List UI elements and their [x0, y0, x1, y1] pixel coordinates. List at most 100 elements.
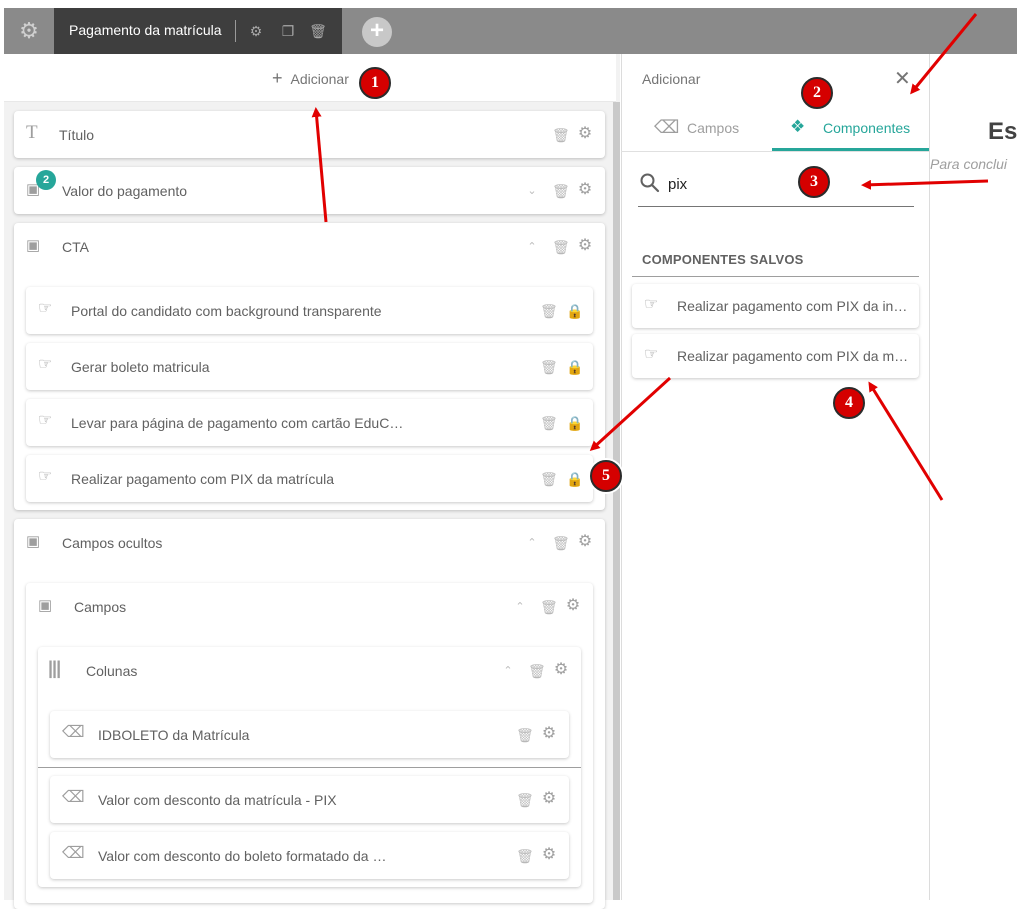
add-tab-button[interactable]: + [362, 17, 392, 47]
field-item[interactable]: ⌫ IDBOLETO da Matrícula 🗑 ⚙ [50, 711, 569, 758]
gear-icon[interactable]: ⚙ [541, 726, 557, 742]
trash-icon[interactable]: 🗑 [516, 792, 534, 808]
annotation-marker-4: 4 [833, 387, 865, 419]
field-label: Valor com desconto da matrícula - PIX [98, 792, 337, 808]
annotation-marker-1: 1 [359, 67, 391, 99]
container-icon: ▣ [26, 533, 41, 550]
gear-icon[interactable]: ⚙ [247, 22, 265, 40]
add-component-bar[interactable]: + Adicionar [4, 54, 616, 102]
saved-components-header: COMPONENTES SALVOS [642, 252, 804, 267]
gear-icon[interactable]: ⚙ [577, 182, 593, 198]
settings-icon[interactable]: ⚙ [18, 20, 40, 42]
gear-icon[interactable]: ⚙ [577, 126, 593, 142]
chevron-up-icon[interactable]: ⌃ [513, 599, 527, 615]
columns-icon: ||| [48, 658, 61, 678]
gear-icon[interactable]: ⚙ [541, 791, 557, 807]
lock-icon[interactable]: 🔒 [566, 415, 583, 431]
button-component-icon: ☞ [38, 356, 53, 373]
chevron-up-icon[interactable]: ⌃ [525, 535, 539, 551]
copy-icon[interactable]: ❐ [279, 22, 297, 40]
scrollbar[interactable] [613, 102, 620, 900]
component-label: Colunas [86, 663, 138, 679]
cta-item[interactable]: ☞ Realizar pagamento com PIX da matrícul… [26, 455, 593, 502]
lock-icon[interactable]: 🔒 [566, 303, 583, 319]
saved-item-label: Realizar pagamento com PIX da m… [677, 348, 909, 364]
drawer-divider [621, 151, 929, 152]
page-preview [931, 54, 1017, 900]
saved-header-divider [632, 276, 919, 277]
input-field-icon: ⌫ [62, 845, 85, 862]
text-icon: T [26, 122, 38, 143]
close-icon[interactable]: ✕ [894, 69, 911, 89]
saved-item-label: Realizar pagamento com PIX da in… [677, 298, 908, 314]
search-input[interactable] [668, 172, 908, 196]
button-component-icon: ☞ [644, 346, 659, 363]
trash-icon[interactable]: 🗑 [540, 599, 558, 615]
container-icon: ▣ [38, 597, 53, 614]
search-icon [640, 173, 660, 193]
cta-item[interactable]: ☞ Portal do candidato com background tra… [26, 287, 593, 334]
gear-icon[interactable]: ⚙ [565, 598, 581, 614]
component-valor-pagamento[interactable]: ▣ 2 Valor do pagamento ⌄ 🗑 ⚙ [14, 167, 605, 214]
components-icon: ❖ [790, 117, 806, 136]
gear-icon[interactable]: ⚙ [577, 534, 593, 550]
add-button[interactable]: + Adicionar [272, 68, 349, 89]
tab-label: Componentes [823, 120, 911, 136]
trash-icon[interactable]: 🗑 [552, 183, 570, 199]
saved-component-item[interactable]: ☞ Realizar pagamento com PIX da m… [632, 334, 919, 378]
tab-componentes[interactable]: ❖ Componentes [772, 104, 929, 152]
trash-icon[interactable]: 🗑 [516, 848, 534, 864]
container-icon: ▣ [26, 237, 41, 254]
cta-item-label: Gerar boleto matricula [71, 359, 210, 375]
field-item[interactable]: ⌫ Valor com desconto do boleto formatado… [50, 832, 569, 879]
field-label: Valor com desconto do boleto formatado d… [98, 848, 387, 864]
component-label: Campos ocultos [62, 535, 163, 551]
cta-item[interactable]: ☞ Levar para página de pagamento com car… [26, 399, 593, 446]
gear-icon[interactable]: ⚙ [541, 847, 557, 863]
tab-label: Campos [687, 120, 740, 136]
chevron-down-icon[interactable]: ⌄ [525, 183, 539, 199]
search-underline [638, 206, 914, 207]
field-item[interactable]: ⌫ Valor com desconto da matrícula - PIX … [50, 776, 569, 823]
drawer-title: Adicionar [642, 71, 701, 87]
trash-icon[interactable]: 🗑 [540, 471, 558, 487]
count-badge: 2 [36, 170, 56, 190]
annotation-marker-2: 2 [801, 77, 833, 109]
trash-icon[interactable]: 🗑 [552, 535, 570, 551]
lock-icon[interactable]: 🔒 [566, 471, 583, 487]
trash-icon[interactable]: 🗑 [552, 239, 570, 255]
component-label: Campos [74, 599, 127, 615]
trash-icon[interactable]: 🗑 [516, 727, 534, 743]
gear-icon[interactable]: ⚙ [577, 238, 593, 254]
trash-icon[interactable]: 🗑 [540, 359, 558, 375]
component-label: Valor do pagamento [62, 183, 188, 199]
cta-item[interactable]: ☞ Gerar boleto matricula 🗑 🔒 [26, 343, 593, 390]
trash-icon[interactable]: 🗑 [309, 22, 327, 40]
trash-icon[interactable]: 🗑 [552, 127, 570, 143]
chevron-up-icon[interactable]: ⌃ [525, 239, 539, 255]
button-component-icon: ☞ [38, 468, 53, 485]
gear-icon[interactable]: ⚙ [553, 662, 569, 678]
chevron-up-icon[interactable]: ⌃ [501, 663, 515, 679]
annotation-marker-5: 5 [590, 460, 622, 492]
trash-icon[interactable]: 🗑 [528, 663, 546, 679]
component-titulo[interactable]: T Título 🗑 ⚙ [14, 111, 605, 158]
trash-icon[interactable]: 🗑 [540, 415, 558, 431]
top-bar: ⚙ Pagamento da matrícula ⚙ ❐ 🗑 + [4, 8, 1017, 54]
saved-component-item[interactable]: ☞ Realizar pagamento com PIX da in… [632, 284, 919, 328]
plus-icon: + [272, 68, 283, 88]
add-label: Adicionar [290, 71, 349, 87]
annotation-marker-3: 3 [798, 166, 830, 198]
cta-item-label: Portal do candidato com background trans… [71, 303, 382, 319]
button-component-icon: ☞ [38, 300, 53, 317]
page-heading: Es [988, 118, 1017, 145]
form-tab[interactable]: Pagamento da matrícula ⚙ ❐ 🗑 [54, 8, 342, 54]
trash-icon[interactable]: 🗑 [540, 303, 558, 319]
input-field-icon: ⌫ [654, 117, 680, 137]
component-label: Título [59, 127, 95, 143]
input-field-icon: ⌫ [62, 724, 85, 741]
cta-item-label: Realizar pagamento com PIX da matrícula [71, 471, 335, 487]
lock-icon[interactable]: 🔒 [566, 359, 583, 375]
button-component-icon: ☞ [644, 296, 659, 313]
tab-campos[interactable]: ⌫ Campos [621, 104, 772, 152]
